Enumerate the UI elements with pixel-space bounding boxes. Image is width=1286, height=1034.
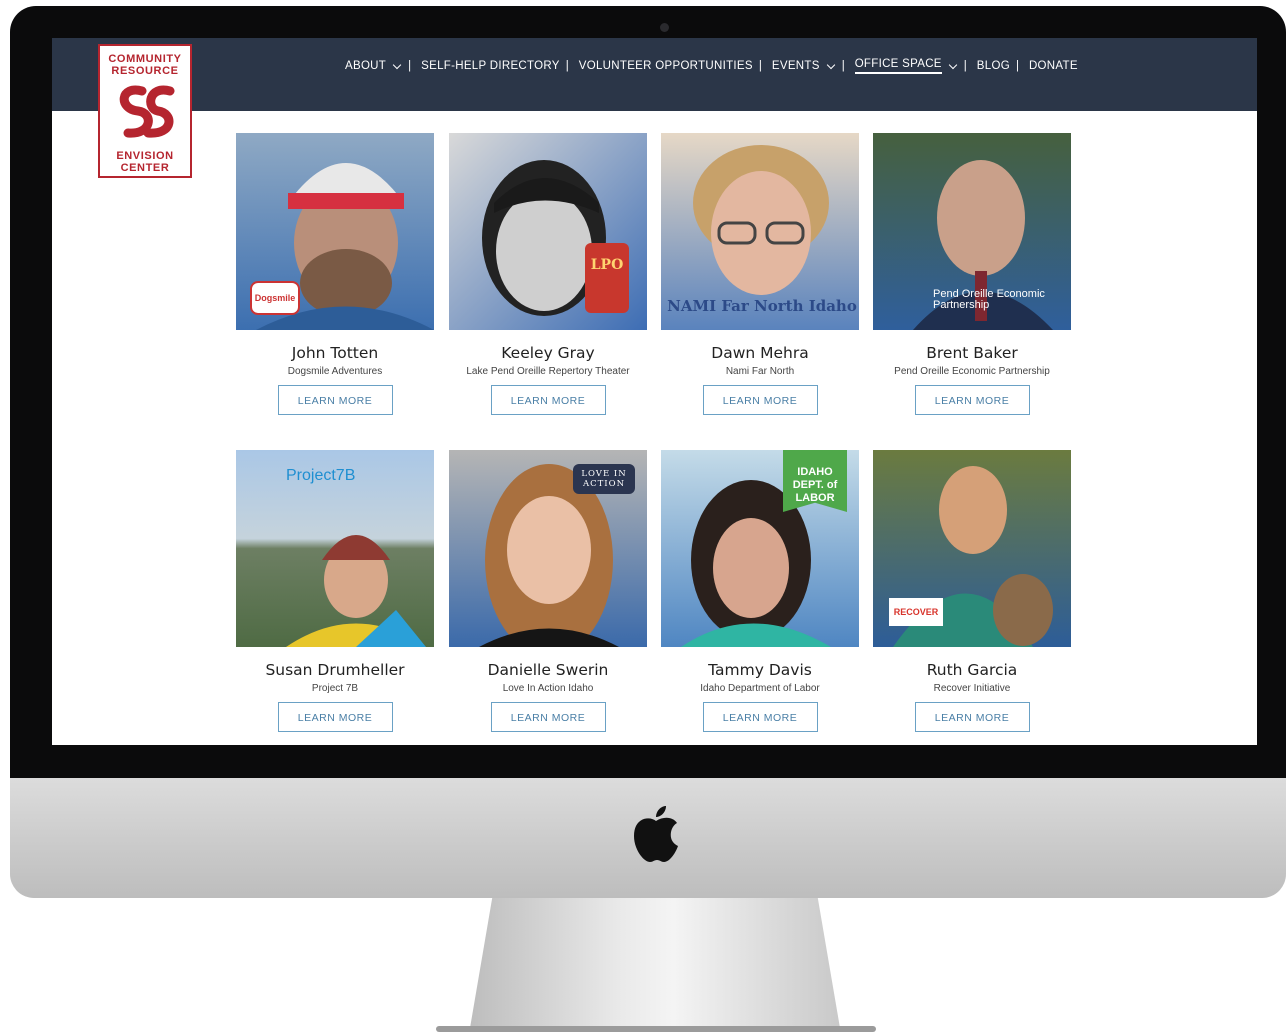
org-badge: Dogsmile bbox=[250, 281, 300, 315]
monitor-base bbox=[436, 1026, 876, 1032]
person-org: Pend Oreille Economic Partnership bbox=[894, 366, 1050, 377]
person-name: Brent Baker bbox=[926, 344, 1018, 362]
learn-more-button[interactable]: LEARN MORE bbox=[702, 702, 818, 732]
person-name: Keeley Gray bbox=[501, 344, 595, 362]
person-org: Love In Action Idaho bbox=[502, 683, 594, 694]
learn-more-button[interactable]: LEARN MORE bbox=[914, 702, 1030, 732]
person-card: Dogsmile John Totten Dogsmile Adventures… bbox=[236, 133, 434, 415]
community-resource-logo[interactable]: COMMUNITY RESOURCE ENVISION CENTER bbox=[98, 44, 192, 178]
person-name: John Totten bbox=[291, 344, 379, 362]
org-badge: NAMI Far North Idaho bbox=[667, 297, 857, 315]
nav-separator: | bbox=[963, 60, 967, 72]
monitor-stand bbox=[470, 898, 840, 1028]
chevron-down-icon bbox=[826, 60, 835, 69]
person-card: LOVE IN ACTION Danielle Swerin Love In A… bbox=[449, 450, 647, 732]
nav-blog[interactable]: BLOG bbox=[977, 60, 1010, 72]
website-screen: ABOUT | SELF-HELP DIRECTORY | VOLUNTEER … bbox=[52, 38, 1257, 745]
person-card: NAMI Far North Idaho Dawn Mehra Nami Far… bbox=[661, 133, 859, 415]
person-org: Project 7B bbox=[311, 683, 359, 694]
chevron-down-icon bbox=[392, 60, 402, 69]
person-photo[interactable]: RECOVER bbox=[873, 450, 1071, 647]
learn-more-button[interactable]: LEARN MORE bbox=[490, 385, 606, 415]
apple-logo-icon bbox=[634, 806, 678, 862]
logo-mark-icon bbox=[119, 85, 175, 138]
person-name: Dawn Mehra bbox=[711, 344, 809, 362]
learn-more-button[interactable]: LEARN MORE bbox=[914, 385, 1030, 415]
chevron-down-icon bbox=[948, 60, 958, 69]
person-name: Susan Drumheller bbox=[265, 661, 405, 679]
learn-more-button[interactable]: LEARN MORE bbox=[277, 702, 393, 732]
nav-separator: | bbox=[841, 60, 845, 72]
person-org: Nami Far North bbox=[725, 366, 795, 377]
nav-about[interactable]: ABOUT bbox=[345, 60, 402, 72]
nav-volunteer-opportunities[interactable]: VOLUNTEER OPPORTUNITIES bbox=[579, 60, 753, 72]
person-card: Project7B Susan Drumheller Project 7B LE… bbox=[236, 450, 434, 732]
nav-separator: | bbox=[565, 60, 569, 72]
logo-bottom-text: ENVISION CENTER bbox=[116, 150, 174, 174]
org-badge: Pend Oreille Economic Partnership bbox=[933, 288, 1045, 311]
person-card: IDAHO DEPT. of LABOR Tammy Davis Idaho D… bbox=[661, 450, 859, 732]
person-card: RECOVER Ruth Garcia Recover Initiative L… bbox=[873, 450, 1071, 732]
person-card: LPO Keeley Gray Lake Pend Oreille Repert… bbox=[449, 133, 647, 415]
org-badge: LPO bbox=[585, 243, 629, 313]
org-badge: LOVE IN ACTION bbox=[573, 464, 635, 494]
nav-donate[interactable]: DONATE bbox=[1029, 60, 1078, 72]
camera-icon bbox=[660, 23, 669, 32]
learn-more-button[interactable]: LEARN MORE bbox=[277, 385, 393, 415]
nav-menu: ABOUT | SELF-HELP DIRECTORY | VOLUNTEER … bbox=[345, 58, 1084, 74]
learn-more-button[interactable]: LEARN MORE bbox=[490, 702, 606, 732]
nav-self-help-directory[interactable]: SELF-HELP DIRECTORY bbox=[421, 60, 560, 72]
person-org: Dogsmile Adventures bbox=[287, 366, 383, 377]
person-name: Ruth Garcia bbox=[926, 661, 1018, 679]
person-photo[interactable]: Pend Oreille Economic Partnership bbox=[873, 133, 1071, 330]
person-photo[interactable]: Project7B bbox=[236, 450, 434, 647]
nav-separator: | bbox=[758, 60, 762, 72]
person-name: Tammy Davis bbox=[708, 661, 812, 679]
org-badge: Project7B bbox=[286, 467, 356, 484]
person-photo[interactable]: NAMI Far North Idaho bbox=[661, 133, 859, 330]
person-name: Danielle Swerin bbox=[487, 661, 609, 679]
top-navigation: ABOUT | SELF-HELP DIRECTORY | VOLUNTEER … bbox=[52, 38, 1257, 111]
nav-separator: | bbox=[408, 60, 412, 72]
person-org: Idaho Department of Labor bbox=[700, 683, 820, 694]
person-photo[interactable]: LOVE IN ACTION bbox=[449, 450, 647, 647]
person-card: Pend Oreille Economic Partnership Brent … bbox=[873, 133, 1071, 415]
person-org: Recover Initiative bbox=[933, 683, 1011, 694]
person-org: Lake Pend Oreille Repertory Theater bbox=[466, 366, 630, 377]
org-badge: RECOVER bbox=[889, 598, 943, 626]
nav-events[interactable]: EVENTS bbox=[772, 60, 836, 72]
person-photo[interactable]: LPO bbox=[449, 133, 647, 330]
nav-separator: | bbox=[1015, 60, 1019, 72]
nav-office-space[interactable]: OFFICE SPACE bbox=[854, 58, 958, 74]
learn-more-button[interactable]: LEARN MORE bbox=[702, 385, 818, 415]
person-photo[interactable]: Dogsmile bbox=[236, 133, 434, 330]
logo-top-text: COMMUNITY RESOURCE bbox=[108, 53, 182, 77]
person-photo[interactable]: IDAHO DEPT. of LABOR bbox=[661, 450, 859, 647]
